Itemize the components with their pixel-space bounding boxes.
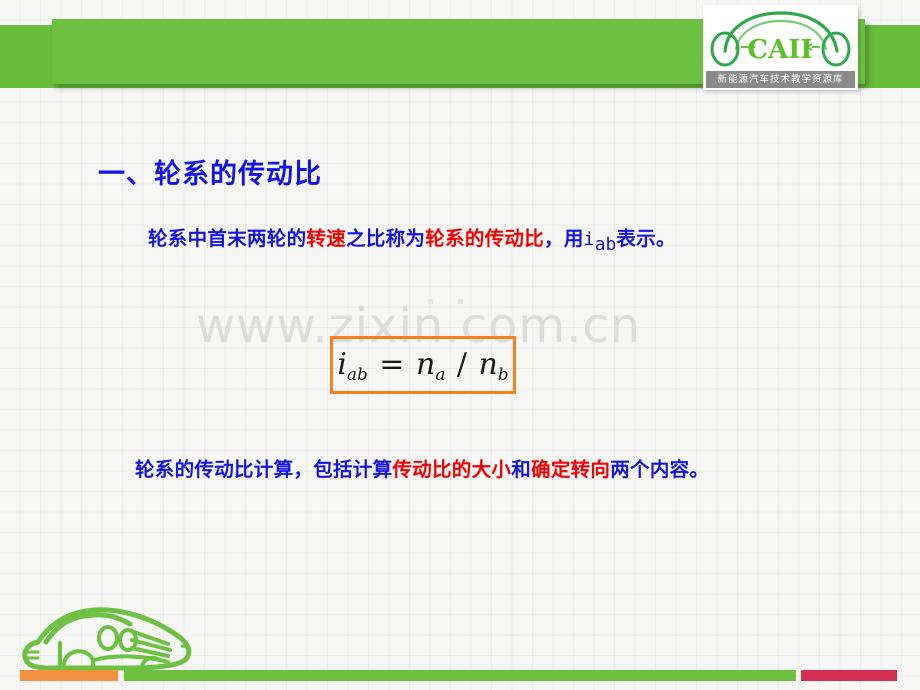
sports-car-illustration: [22, 607, 192, 671]
definition-symbol-subscript: ab: [594, 234, 617, 256]
caii-wordmark: CAII: [747, 35, 812, 65]
formula-expression: iab = na / nb: [333, 339, 513, 391]
car-logo-icon: CAII: [710, 11, 851, 67]
formula-lhs-base: i: [337, 347, 347, 382]
footer-rule-green: [124, 670, 796, 681]
logo-caption: 新能源汽车技术教学资源库: [706, 71, 855, 88]
definition-middle: 之比称为: [346, 227, 426, 250]
slide-canvas: CAII 新能源汽车技术教学资源库 一、轮系的传动比 轮系中首末两轮的转速之比称…: [0, 0, 920, 690]
scope-prefix: 轮系的传动比计算，包括计算: [135, 458, 393, 481]
scope-highlight-magnitude: 传动比的大小: [392, 458, 512, 481]
footer-rule-red: [801, 670, 897, 681]
scope-suffix: 两个内容。: [610, 458, 710, 481]
definition-symbol-base: i: [583, 229, 595, 250]
definition-suffix-before: ，用: [544, 227, 584, 250]
definition-highlight-speed: 转速: [306, 227, 347, 250]
scope-middle: 和: [511, 458, 532, 481]
definition-suffix-after: 表示。: [616, 227, 676, 250]
formula-lhs-sub: ab: [347, 364, 368, 385]
formula-numerator-base: n: [415, 347, 436, 382]
definition-prefix: 轮系中首末两轮的: [148, 227, 307, 250]
formula-denominator-sub: b: [497, 364, 509, 385]
definition-highlight-ratio: 轮系的传动比: [425, 227, 545, 250]
formula-box: iab = na / nb: [330, 336, 516, 394]
scope-highlight-direction: 确定转向: [531, 458, 611, 481]
formula-equals: =: [379, 347, 405, 382]
formula-divide: /: [456, 347, 467, 382]
page-title: 一、轮系的传动比: [98, 159, 322, 190]
brand-logo: CAII 新能源汽车技术教学资源库: [703, 5, 858, 90]
footer-rule-orange: [20, 670, 118, 681]
definition-paragraph: 轮系中首末两轮的转速之比称为轮系的传动比，用iab表示。: [148, 222, 848, 256]
scope-paragraph: 轮系的传动比计算，包括计算传动比的大小和确定转向两个内容。: [95, 453, 825, 486]
watermark-logo-icon: [428, 299, 463, 304]
formula-numerator-sub: a: [435, 364, 446, 385]
formula-denominator-base: n: [478, 347, 498, 382]
